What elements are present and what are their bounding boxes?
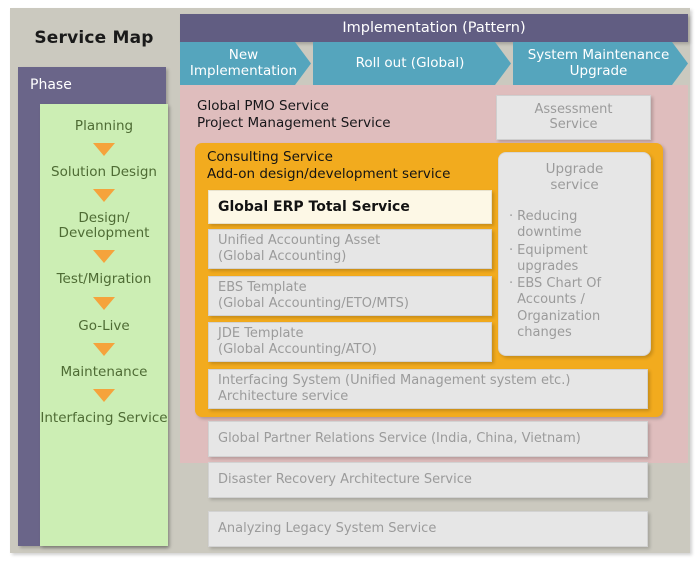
upgrade-item-label: Reducing downtime bbox=[517, 209, 582, 241]
down-arrow-icon bbox=[93, 250, 115, 264]
down-arrow-icon bbox=[93, 388, 115, 402]
tab-new-implementation[interactable]: New Implementation bbox=[180, 42, 311, 85]
phase-step-maintenance: Maintenance bbox=[60, 363, 148, 380]
pattern-tabs: New Implementation Roll out (Global) Sys… bbox=[180, 42, 688, 85]
service-row-interfacing-system[interactable]: Interfacing System (Unified Management s… bbox=[208, 369, 648, 409]
down-arrow-icon bbox=[93, 296, 115, 310]
page-title: Service Map bbox=[34, 28, 154, 48]
down-arrow-icon bbox=[93, 143, 115, 157]
service-row-disaster-recovery-architecture[interactable]: Disaster Recovery Architecture Service bbox=[208, 462, 648, 498]
list-item: · EBS Chart Of Accounts / Organization c… bbox=[509, 276, 640, 341]
down-arrow-icon bbox=[93, 342, 115, 356]
tab-roll-out-global[interactable]: Roll out (Global) bbox=[313, 42, 511, 85]
bullet-icon: · bbox=[509, 242, 514, 258]
phase-step-test-migration: Test/Migration bbox=[56, 271, 152, 288]
bullet-icon: · bbox=[509, 209, 514, 225]
down-arrow-icon bbox=[93, 189, 115, 203]
upgrade-service-list: · Reducing downtime · Equipment upgrades… bbox=[509, 209, 640, 341]
assessment-service-card[interactable]: Assessment Service bbox=[496, 95, 651, 140]
list-item: · Equipment upgrades bbox=[509, 243, 640, 276]
service-card-ebs-template[interactable]: EBS Template (Global Accounting/ETO/MTS) bbox=[208, 276, 492, 316]
consulting-service-title: Consulting Service Add-on design/develop… bbox=[207, 149, 451, 182]
phase-step-solution-design: Solution Design bbox=[51, 164, 157, 181]
upgrade-service-card[interactable]: Upgrade service · Reducing downtime · Eq… bbox=[498, 152, 651, 356]
phase-step-planning: Planning bbox=[74, 118, 134, 134]
service-card-global-erp-total-service[interactable]: Global ERP Total Service bbox=[208, 190, 492, 224]
service-row-global-partner-relations[interactable]: Global Partner Relations Service (India,… bbox=[208, 421, 648, 457]
tab-system-maintenance-upgrade[interactable]: System Maintenance Upgrade bbox=[513, 42, 688, 85]
phase-panel-label: Phase bbox=[30, 77, 72, 93]
phase-flow: Planning Solution Design Design/ Develop… bbox=[40, 104, 168, 546]
pmo-service-title: Global PMO Service Project Management Se… bbox=[197, 98, 391, 131]
implementation-header: Implementation (Pattern) bbox=[180, 14, 688, 42]
upgrade-item-label: EBS Chart Of Accounts / Organization cha… bbox=[517, 276, 602, 340]
service-row-analyzing-legacy-system[interactable]: Analyzing Legacy System Service bbox=[208, 511, 648, 547]
phase-step-design-development: Design/ Development bbox=[58, 210, 150, 242]
upgrade-service-title: Upgrade service bbox=[545, 161, 604, 193]
upgrade-item-label: Equipment upgrades bbox=[517, 242, 588, 274]
bullet-icon: · bbox=[509, 276, 514, 292]
list-item: · Reducing downtime bbox=[509, 209, 640, 242]
phase-step-go-live: Go-Live bbox=[78, 317, 130, 334]
service-card-unified-accounting-asset[interactable]: Unified Accounting Asset (Global Account… bbox=[208, 229, 492, 269]
phase-step-interfacing-service: Interfacing Service bbox=[40, 409, 168, 426]
service-card-jde-template[interactable]: JDE Template (Global Accounting/ATO) bbox=[208, 322, 492, 362]
service-map-diagram: Service Map Phase Planning Solution Desi… bbox=[0, 0, 700, 565]
